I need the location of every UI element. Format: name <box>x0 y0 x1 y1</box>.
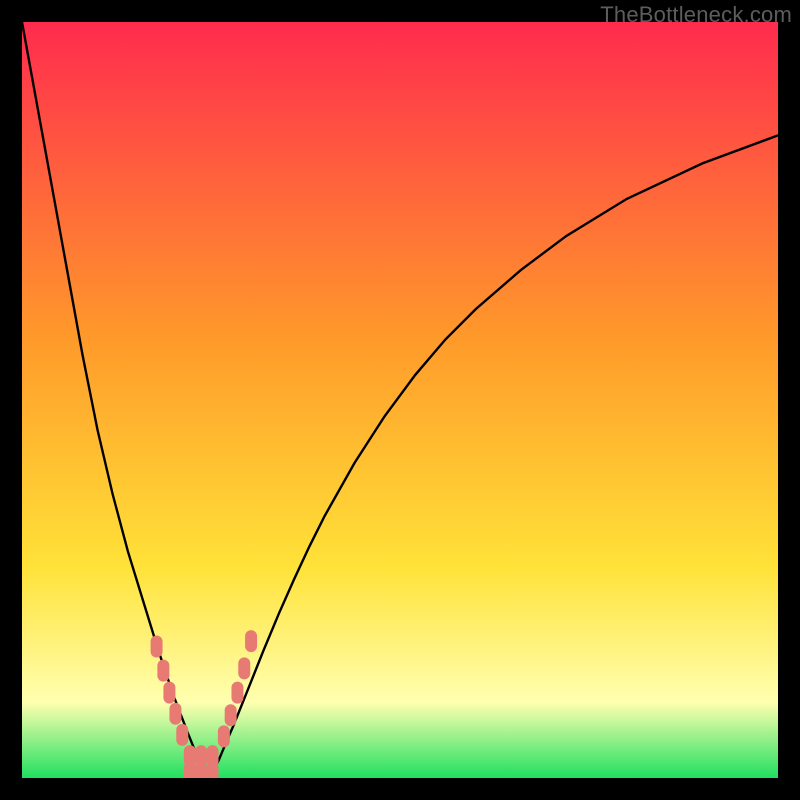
data-marker <box>163 682 175 704</box>
data-marker <box>245 630 257 652</box>
data-marker <box>184 762 196 778</box>
data-marker <box>151 635 163 657</box>
data-marker <box>218 725 230 747</box>
data-marker <box>169 703 181 725</box>
data-marker <box>157 660 169 682</box>
data-marker <box>238 657 250 679</box>
data-marker <box>225 704 237 726</box>
data-marker <box>231 682 243 704</box>
data-marker <box>176 724 188 746</box>
data-marker <box>207 745 219 767</box>
plot-area <box>22 22 778 778</box>
watermark-text: TheBottleneck.com <box>600 2 792 28</box>
chart-root: TheBottleneck.com <box>0 0 800 800</box>
bottleneck-curve <box>22 22 778 778</box>
data-marker <box>195 745 207 767</box>
